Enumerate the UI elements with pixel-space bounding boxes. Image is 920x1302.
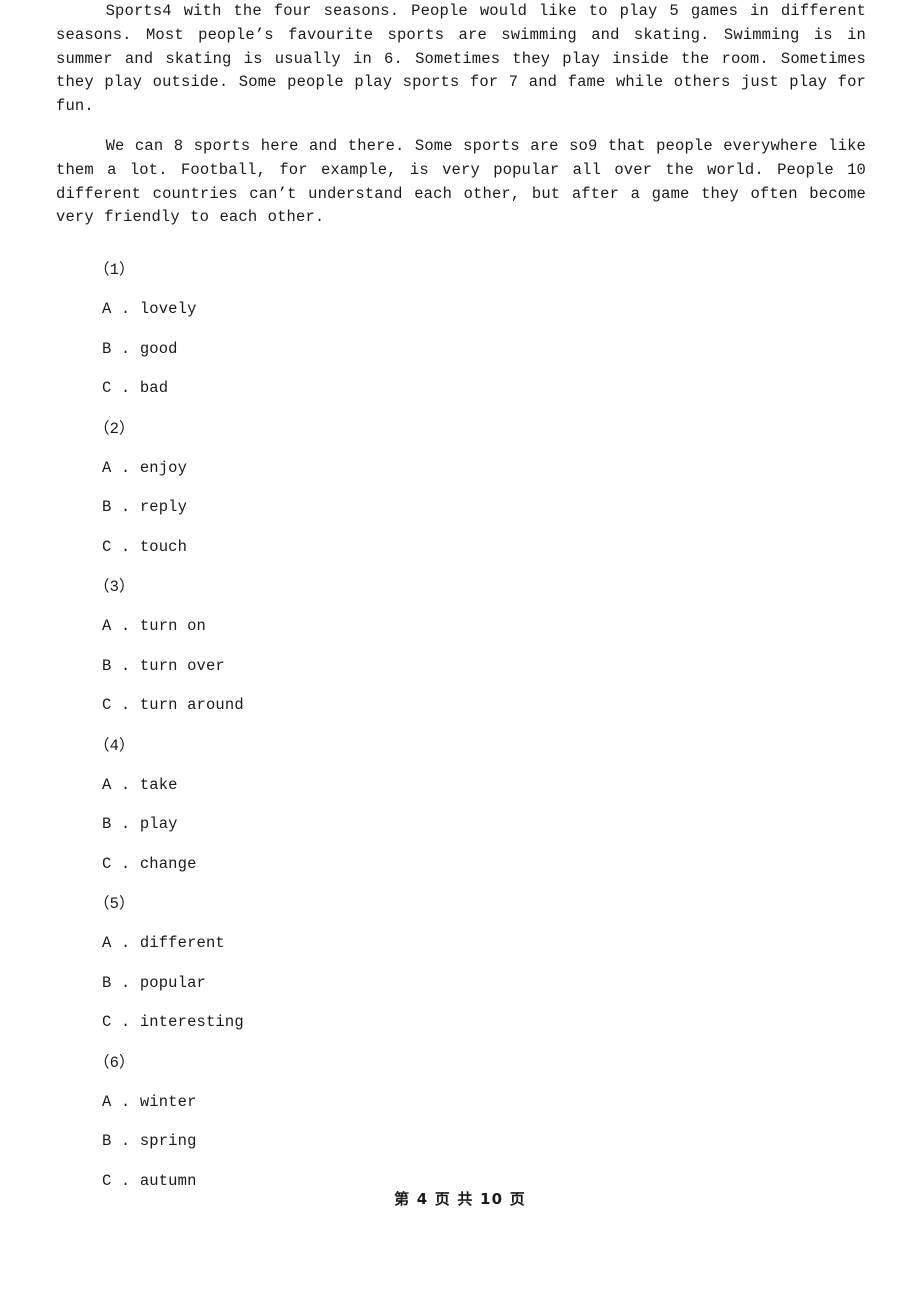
- option-letter: B: [102, 498, 112, 516]
- option-separator: .: [120, 617, 131, 635]
- option-letter: A: [102, 458, 112, 477]
- question-group-3: （3） A . turn on B . turn over C . turn a…: [56, 567, 866, 726]
- option-letter: A: [102, 300, 112, 318]
- option-letter: B: [102, 339, 112, 358]
- passage-paragraph-2: We can 8 sports here and there. Some spo…: [56, 136, 866, 227]
- option-5-b[interactable]: B . popular: [56, 964, 866, 1004]
- option-letter: C: [102, 379, 112, 397]
- option-6-a[interactable]: A . winter: [56, 1083, 866, 1123]
- question-number-3: （3）: [94, 578, 135, 596]
- question-number-5: （5）: [94, 895, 135, 913]
- option-text: reply: [139, 498, 188, 516]
- option-text: lovely: [139, 300, 197, 318]
- option-separator: .: [120, 775, 131, 794]
- question-group-6: （6） A . winter B . spring C . autumn: [56, 1043, 866, 1202]
- option-4-c[interactable]: C . change: [56, 845, 866, 885]
- option-letter: C: [102, 537, 112, 556]
- option-text: enjoy: [139, 458, 188, 477]
- option-2-b[interactable]: B . reply: [56, 488, 866, 528]
- option-1-b[interactable]: B . good: [56, 330, 866, 370]
- option-letter: A: [102, 934, 112, 952]
- option-separator: .: [120, 815, 131, 833]
- option-separator: .: [120, 973, 131, 992]
- option-text: bad: [139, 379, 169, 397]
- option-separator: .: [120, 656, 131, 675]
- option-5-a[interactable]: A . different: [56, 924, 866, 964]
- option-text: different: [139, 934, 225, 952]
- option-text: play: [139, 815, 178, 833]
- option-1-a[interactable]: A . lovely: [56, 290, 866, 330]
- option-6-b[interactable]: B . spring: [56, 1122, 866, 1162]
- option-letter: C: [102, 1013, 112, 1031]
- question-group-1: （1） A . lovely B . good C . bad: [56, 250, 866, 409]
- option-text: winter: [139, 1092, 197, 1111]
- option-letter: A: [102, 1092, 112, 1111]
- option-text: autumn: [139, 1171, 197, 1190]
- option-separator: .: [120, 854, 131, 873]
- passage-paragraph-1: Sports4 with the four seasons. People wo…: [56, 2, 866, 116]
- question-group-2: （2） A . enjoy B . reply C . touch: [56, 409, 866, 568]
- option-separator: .: [120, 379, 131, 397]
- question-group-5: （5） A . different B . popular C . intere…: [56, 884, 866, 1043]
- option-separator: .: [120, 1013, 131, 1031]
- option-separator: .: [120, 537, 131, 556]
- option-separator: .: [120, 300, 131, 318]
- option-letter: B: [102, 815, 112, 833]
- option-text: spring: [139, 1132, 197, 1150]
- passage-body: Sports4 with the four seasons. People wo…: [56, 0, 866, 230]
- option-separator: .: [120, 498, 131, 516]
- option-3-c[interactable]: C . turn around: [56, 686, 866, 726]
- option-5-c[interactable]: C . interesting: [56, 1003, 866, 1043]
- option-3-a[interactable]: A . turn on: [56, 607, 866, 647]
- option-4-b[interactable]: B . play: [56, 805, 866, 845]
- option-separator: .: [120, 1092, 131, 1111]
- option-text: good: [139, 339, 178, 358]
- option-letter: B: [102, 656, 112, 675]
- document-page: Sports4 with the four seasons. People wo…: [0, 0, 920, 1302]
- option-2-a[interactable]: A . enjoy: [56, 449, 866, 489]
- option-text: turn around: [139, 696, 244, 714]
- option-letter: C: [102, 696, 112, 714]
- option-3-b[interactable]: B . turn over: [56, 647, 866, 687]
- option-text: turn over: [139, 656, 225, 675]
- option-1-c[interactable]: C . bad: [56, 369, 866, 409]
- option-separator: .: [120, 1171, 131, 1190]
- option-text: touch: [139, 537, 188, 556]
- option-4-a[interactable]: A . take: [56, 766, 866, 806]
- option-letter: C: [102, 854, 112, 873]
- option-text: popular: [139, 973, 206, 992]
- option-letter: A: [102, 775, 112, 794]
- option-text: turn on: [139, 617, 206, 635]
- option-letter: C: [102, 1171, 112, 1190]
- option-2-c[interactable]: C . touch: [56, 528, 866, 568]
- option-letter: B: [102, 973, 112, 992]
- page-footer: 第 4 页 共 10 页: [394, 1190, 526, 1208]
- question-number-6: （6）: [94, 1053, 135, 1072]
- question-group-4: （4） A . take B . play C . change: [56, 726, 866, 885]
- option-separator: .: [120, 1132, 131, 1150]
- option-separator: .: [120, 934, 131, 952]
- question-number-2: （2）: [94, 419, 135, 438]
- option-letter: A: [102, 617, 112, 635]
- option-text: interesting: [139, 1013, 244, 1031]
- option-text: change: [139, 854, 197, 873]
- question-list: （1） A . lovely B . good C . bad （2） A . …: [56, 250, 866, 1201]
- option-separator: .: [120, 696, 131, 714]
- question-number-1: （1）: [94, 261, 135, 279]
- question-number-4: （4）: [94, 736, 135, 755]
- option-separator: .: [120, 339, 131, 358]
- option-letter: B: [102, 1132, 112, 1150]
- option-text: take: [139, 775, 178, 794]
- option-separator: .: [120, 458, 131, 477]
